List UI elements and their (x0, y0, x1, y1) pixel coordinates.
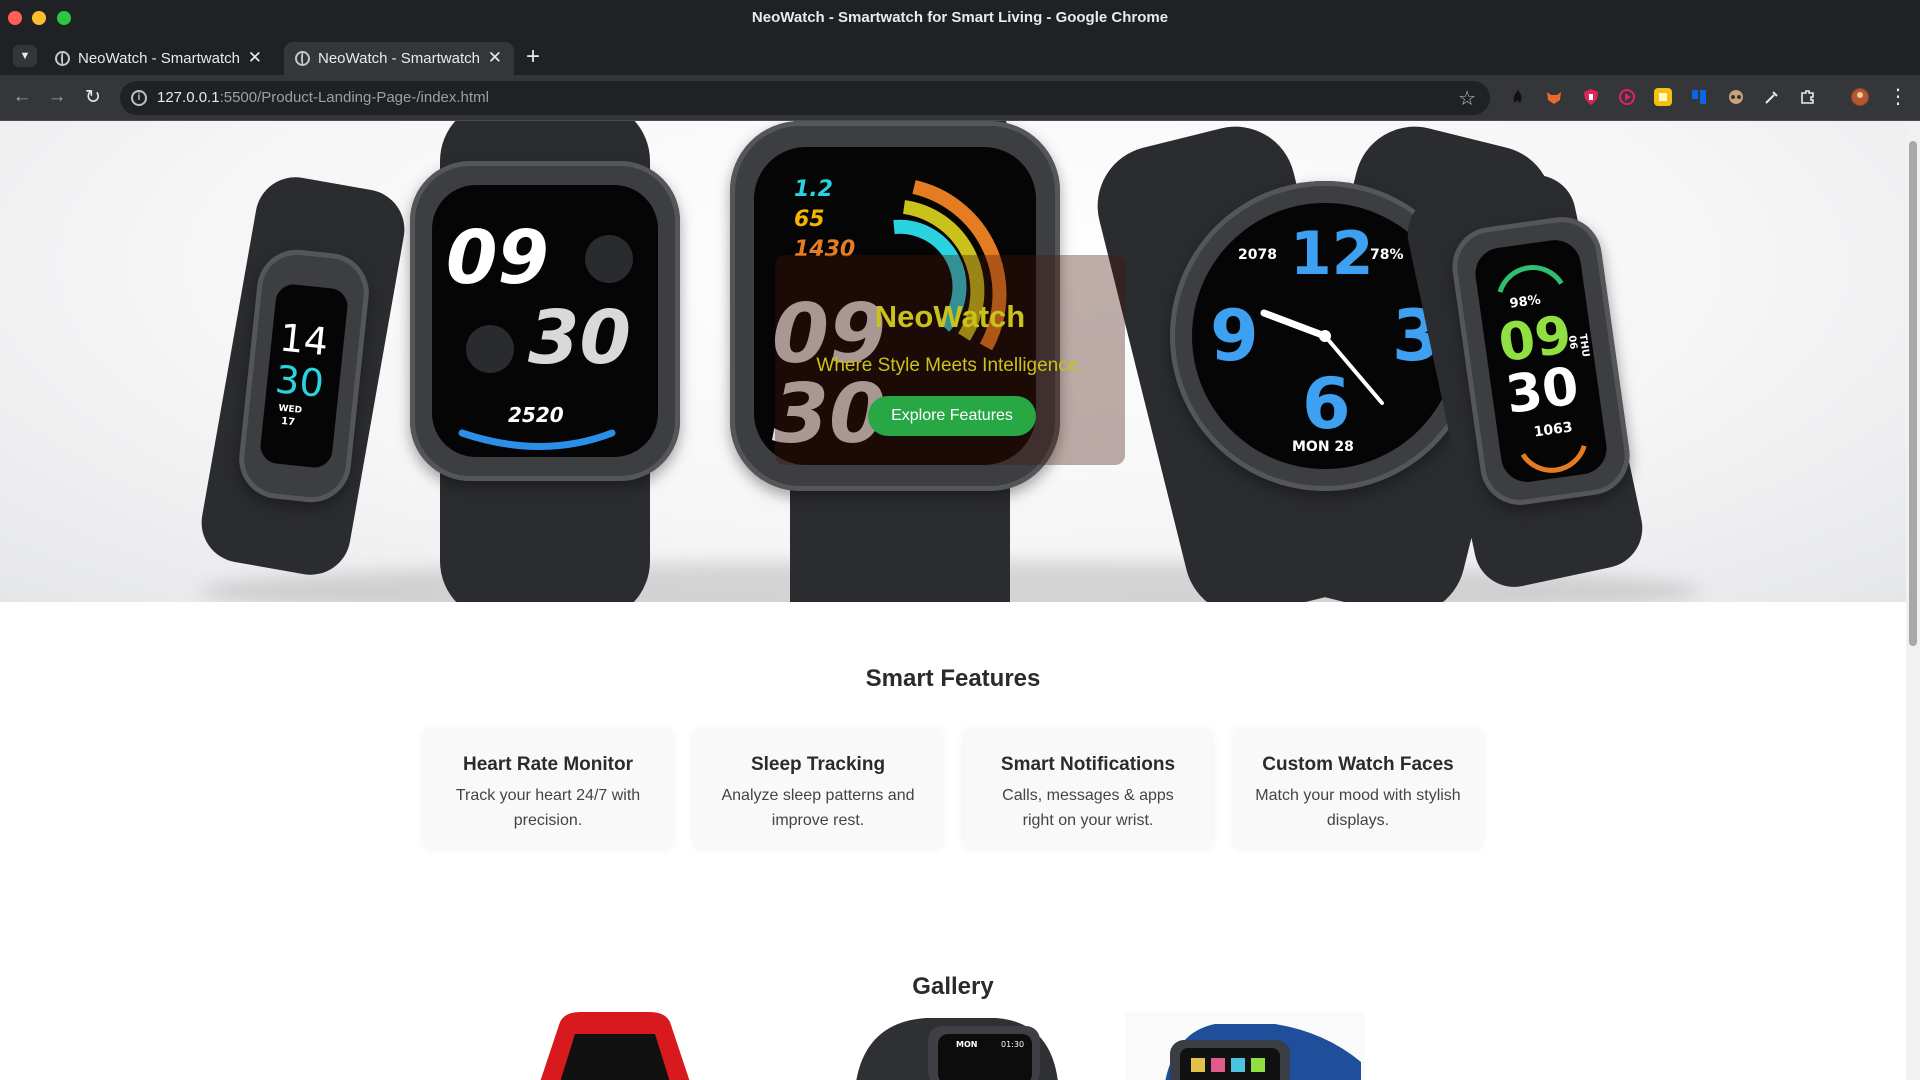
scrollbar-thumb[interactable] (1909, 141, 1917, 646)
feature-title: Smart Notifications (1000, 754, 1176, 775)
gallery-image-blue-watch (1125, 1012, 1365, 1080)
feature-title: Custom Watch Faces (1262, 754, 1454, 775)
extension-shield-icon[interactable] (1582, 88, 1600, 106)
gallery-image-red-watch (520, 1012, 710, 1080)
tab-label: NeoWatch - Smartwatch for Smart Living (318, 50, 483, 67)
feature-description: Analyze sleep patterns and improve rest. (721, 787, 915, 829)
extension-incognito-icon[interactable] (1727, 88, 1745, 106)
globe-icon (55, 51, 70, 66)
profile-avatar[interactable] (1851, 88, 1869, 106)
bookmark-star-icon[interactable]: ☆ (1458, 86, 1476, 111)
reload-icon[interactable]: ↻ (81, 86, 105, 109)
url-text[interactable]: 127.0.0.1:5500/Product-Landing-Page-/ind… (157, 89, 489, 106)
close-icon[interactable]: ✕ (248, 48, 262, 68)
extension-eyedropper-icon[interactable] (1763, 88, 1781, 106)
tab-neowatch-1[interactable]: NeoWatch - Smartwatch for Smart Living ✕ (44, 42, 274, 75)
explore-features-button[interactable]: Explore Features (868, 396, 1036, 436)
extension-record-icon[interactable] (1618, 88, 1636, 106)
hero-tagline: Where Style Meets Intelligence. (816, 355, 1084, 376)
feature-title: Sleep Tracking (750, 754, 886, 775)
globe-icon (295, 51, 310, 66)
feature-description: Track your heart 24/7 with precision. (455, 787, 641, 829)
page-viewport: 14 30 WED 17 09 88 78 30 2520 (0, 121, 1906, 1080)
feature-description: Match your mood with stylish displays. (1255, 787, 1461, 829)
hero-section: 14 30 WED 17 09 88 78 30 2520 (0, 121, 1906, 602)
extension-fox-icon[interactable] (1545, 88, 1563, 106)
feature-description: Calls, messages & apps right on your wri… (1002, 787, 1174, 829)
tab-neowatch-2[interactable]: NeoWatch - Smartwatch for Smart Living ✕ (284, 42, 514, 75)
window-title: NeoWatch - Smartwatch for Smart Living -… (751, 9, 1169, 26)
feature-title: Heart Rate Monitor (463, 754, 633, 775)
extension-trello-icon[interactable] (1690, 88, 1708, 106)
window-titlebar: NeoWatch - Smartwatch for Smart Living -… (0, 0, 1920, 36)
features-heading: Smart Features (865, 665, 1041, 692)
hero-title: NeoWatch (874, 299, 1026, 334)
address-bar[interactable]: i 127.0.0.1:5500/Product-Landing-Page-/i… (120, 81, 1490, 115)
tab-label: NeoWatch - Smartwatch for Smart Living (78, 50, 243, 67)
page-scrollbar[interactable] (1906, 121, 1920, 1080)
extensions-puzzle-icon[interactable] (1799, 88, 1817, 106)
tab-strip: ▼ NeoWatch - Smartwatch for Smart Living… (0, 36, 1920, 75)
new-tab-button[interactable]: + (526, 43, 540, 71)
forward-arrow-icon[interactable]: → (45, 86, 69, 108)
hero-overlay: NeoWatch Where Style Meets Intelligence.… (775, 255, 1125, 465)
feature-card-sleep: Sleep Tracking Analyze sleep patterns an… (693, 727, 943, 847)
close-icon[interactable]: ✕ (488, 48, 502, 68)
chrome-menu-icon[interactable]: ⋮ (1888, 84, 1908, 109)
tab-search-button[interactable]: ▼ (13, 45, 37, 67)
site-info-icon[interactable]: i (131, 90, 147, 106)
feature-card-watch-faces: Custom Watch Faces Match your mood with … (1233, 727, 1483, 847)
feature-card-heart-rate: Heart Rate Monitor Track your heart 24/7… (423, 727, 673, 847)
extension-flame-icon[interactable] (1509, 88, 1527, 106)
feature-card-notifications: Smart Notifications Calls, messages & ap… (963, 727, 1213, 847)
extension-notes-icon[interactable] (1654, 88, 1672, 106)
chevron-down-icon: ▼ (19, 50, 31, 62)
gallery-heading: Gallery (912, 973, 994, 1000)
gallery-image-black-watch: MON 01:30 (846, 1012, 1066, 1080)
back-arrow-icon[interactable]: ← (10, 86, 34, 108)
